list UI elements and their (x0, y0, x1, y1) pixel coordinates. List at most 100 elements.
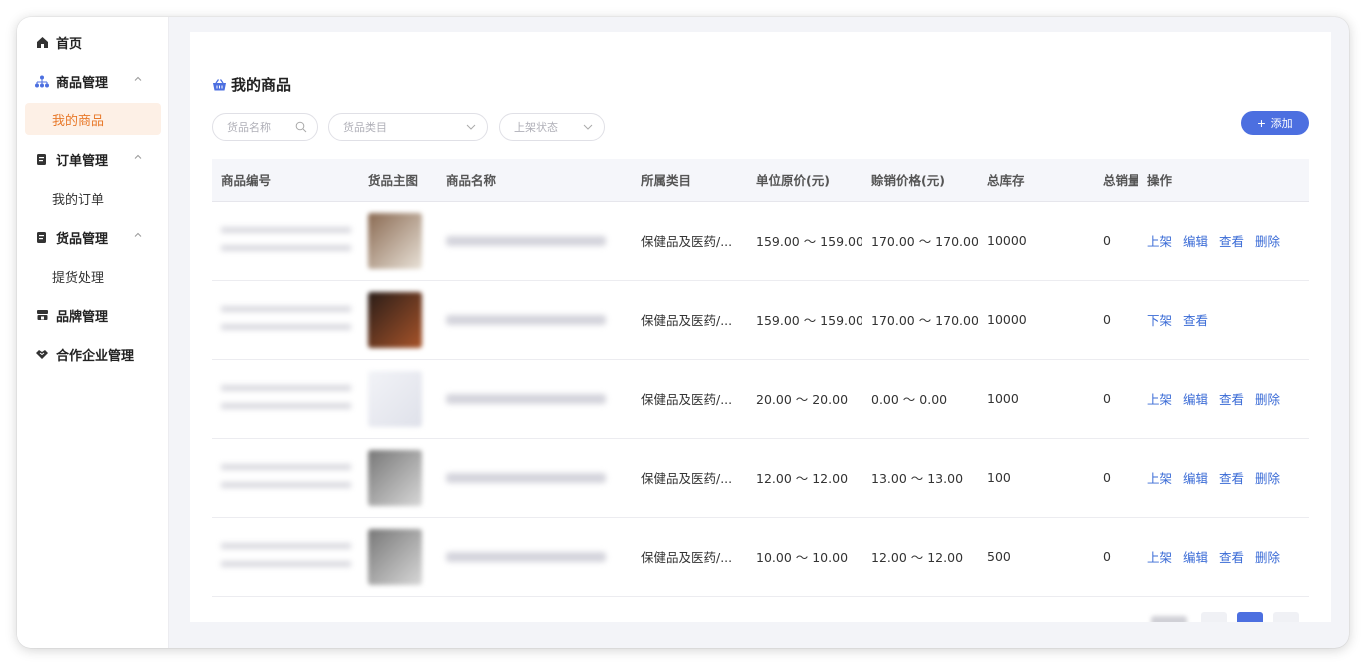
handshake-icon (35, 347, 49, 361)
product-thumbnail[interactable] (368, 528, 422, 585)
original-price-cell: 10.00 ～ 10.00 (747, 517, 862, 597)
sidebar-item-brand-management[interactable]: 品牌管理 (25, 299, 161, 331)
prev-page-button[interactable] (1201, 612, 1227, 622)
credit-price-cell: 0.00 ～ 0.00 (862, 359, 978, 439)
row-action-link[interactable]: 删除 (1255, 471, 1280, 486)
column-header: 赊销价格(元) (862, 159, 978, 202)
table-header-row: 商品编号 货品主图 商品名称 所属类目 单位原价(元) 赊销价格(元) 总库存 … (212, 159, 1309, 202)
column-header: 商品编号 (212, 159, 359, 202)
row-action-link[interactable]: 删除 (1255, 550, 1280, 565)
category-cell: 保健品及医药/... (632, 201, 747, 281)
row-action-link[interactable]: 查看 (1183, 313, 1208, 328)
row-action-link[interactable]: 下架 (1147, 313, 1172, 328)
product-thumbnail[interactable] (368, 370, 422, 427)
original-price-cell: 159.00 ～ 159.00 (747, 280, 862, 360)
original-price-cell: 159.00 ～ 159.00 (747, 201, 862, 281)
row-action-link[interactable]: 查看 (1219, 550, 1244, 565)
sidebar-item-label: 货品管理 (56, 231, 109, 247)
actions-cell: 下架 查看 (1138, 280, 1309, 360)
sidebar-item-goods-management[interactable]: 货品管理 (25, 221, 161, 253)
row-action-link[interactable]: 编辑 (1183, 234, 1208, 249)
sidebar-item-pickup[interactable]: 提货处理 (25, 260, 161, 292)
chevron-up-icon[interactable] (133, 152, 143, 162)
product-code-cell (212, 280, 359, 360)
row-action-link[interactable]: 上架 (1147, 234, 1172, 249)
credit-price-cell: 170.00 ～ 170.00 (862, 201, 978, 281)
product-thumbnail[interactable] (368, 449, 422, 506)
sidebar-item-my-orders[interactable]: 我的订单 (25, 182, 161, 214)
chevron-down-icon (466, 124, 476, 130)
order-icon (35, 152, 49, 166)
product-thumbnail[interactable] (368, 212, 422, 269)
chevron-up-icon[interactable] (133, 74, 143, 84)
sidebar-item-my-products[interactable]: 我的商品 (25, 103, 161, 135)
actions-cell: 上架 编辑 查看 删除 (1138, 359, 1309, 439)
product-image-cell (359, 359, 437, 439)
row-action-link[interactable]: 上架 (1147, 471, 1172, 486)
next-page-button[interactable] (1273, 612, 1299, 622)
sidebar-item-order-management[interactable]: 订单管理 (25, 143, 161, 175)
stock-cell: 500 (978, 517, 1094, 597)
column-header: 总销量 (1094, 159, 1138, 202)
sidebar-item-home[interactable]: 首页 (25, 26, 161, 58)
row-action-link[interactable]: 上架 (1147, 392, 1172, 407)
sidebar: 首页 商品管理 我的商品 订单管理 我的订单 货品管理 提货处理 品牌管理 合作… (17, 17, 169, 648)
row-action-link[interactable]: 查看 (1219, 392, 1244, 407)
product-name-cell (437, 438, 632, 518)
sidebar-item-label: 首页 (56, 36, 83, 52)
category-cell: 保健品及医药/... (632, 438, 747, 518)
sidebar-item-label: 商品管理 (56, 75, 109, 91)
table-row: 保健品及医药/... 12.00 ～ 12.00 13.00 ～ 13.00 100 0… (212, 438, 1309, 518)
basket-icon (213, 78, 226, 90)
product-name-cell (437, 280, 632, 360)
home-icon (35, 35, 49, 49)
sidebar-item-product-management[interactable]: 商品管理 (25, 65, 161, 97)
row-action-link[interactable]: 编辑 (1183, 471, 1208, 486)
goods-name-search-input[interactable]: 货品名称 (212, 113, 318, 141)
row-action-link[interactable]: 上架 (1147, 550, 1172, 565)
pagination-total (1151, 616, 1187, 622)
main-content: 我的商品 货品名称 货品类目 上架状态 + 添加 商品编号 货品主图 商品名称 … (190, 32, 1331, 622)
actions-cell: 上架 编辑 查看 删除 (1138, 438, 1309, 518)
product-code-cell (212, 201, 359, 281)
goods-icon (35, 230, 49, 244)
column-header: 货品主图 (359, 159, 437, 202)
product-thumbnail[interactable] (368, 291, 422, 348)
stock-cell: 100 (978, 438, 1094, 518)
sidebar-item-label: 合作企业管理 (56, 348, 135, 364)
row-action-link[interactable]: 编辑 (1183, 392, 1208, 407)
sales-cell: 0 (1094, 517, 1138, 597)
column-header: 所属类目 (632, 159, 747, 202)
product-code-cell (212, 438, 359, 518)
product-name-cell (437, 201, 632, 281)
pagination (1151, 612, 1309, 622)
table-row: 保健品及医药/... 20.00 ～ 20.00 0.00 ～ 0.00 1000 0 上… (212, 359, 1309, 439)
row-action-link[interactable]: 编辑 (1183, 550, 1208, 565)
row-action-link[interactable]: 查看 (1219, 471, 1244, 486)
actions-cell: 上架 编辑 查看 删除 (1138, 517, 1309, 597)
stock-cell: 10000 (978, 201, 1094, 281)
column-header: 单位原价(元) (747, 159, 862, 202)
sidebar-item-partner-management[interactable]: 合作企业管理 (25, 338, 161, 370)
product-image-cell (359, 201, 437, 281)
row-action-link[interactable]: 删除 (1255, 392, 1280, 407)
brand-icon (35, 308, 49, 322)
table-row: 保健品及医药/... 10.00 ～ 10.00 12.00 ～ 12.00 500 0… (212, 517, 1309, 597)
original-price-cell: 20.00 ～ 20.00 (747, 359, 862, 439)
product-image-cell (359, 517, 437, 597)
row-action-link[interactable]: 查看 (1219, 234, 1244, 249)
add-button[interactable]: + 添加 (1241, 111, 1309, 135)
goods-category-select[interactable]: 货品类目 (328, 113, 488, 141)
product-name-cell (437, 517, 632, 597)
table-row: 保健品及医药/... 159.00 ～ 159.00 170.00 ～ 170.00… (212, 201, 1309, 281)
page-number-button[interactable] (1237, 612, 1263, 622)
column-header: 操作 (1138, 159, 1309, 202)
sales-cell: 0 (1094, 280, 1138, 360)
chevron-down-icon (583, 124, 593, 130)
chevron-up-icon[interactable] (133, 230, 143, 240)
sidebar-item-label: 订单管理 (56, 153, 109, 169)
listing-status-select[interactable]: 上架状态 (499, 113, 605, 141)
column-header: 总库存 (978, 159, 1094, 202)
row-action-link[interactable]: 删除 (1255, 234, 1280, 249)
product-code-cell (212, 517, 359, 597)
